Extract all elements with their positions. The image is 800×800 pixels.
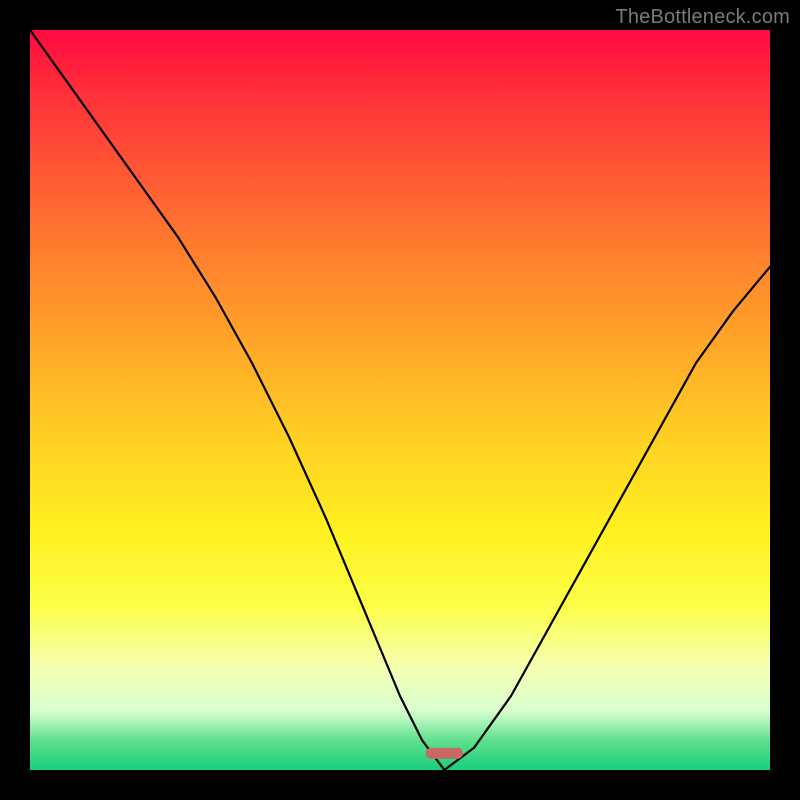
optimal-point-marker xyxy=(426,748,463,759)
watermark-text: TheBottleneck.com xyxy=(615,6,790,29)
chart-container: TheBottleneck.com xyxy=(0,0,800,800)
plot-area xyxy=(30,30,770,770)
bottleneck-curve xyxy=(30,30,770,770)
chart-svg xyxy=(30,30,770,770)
